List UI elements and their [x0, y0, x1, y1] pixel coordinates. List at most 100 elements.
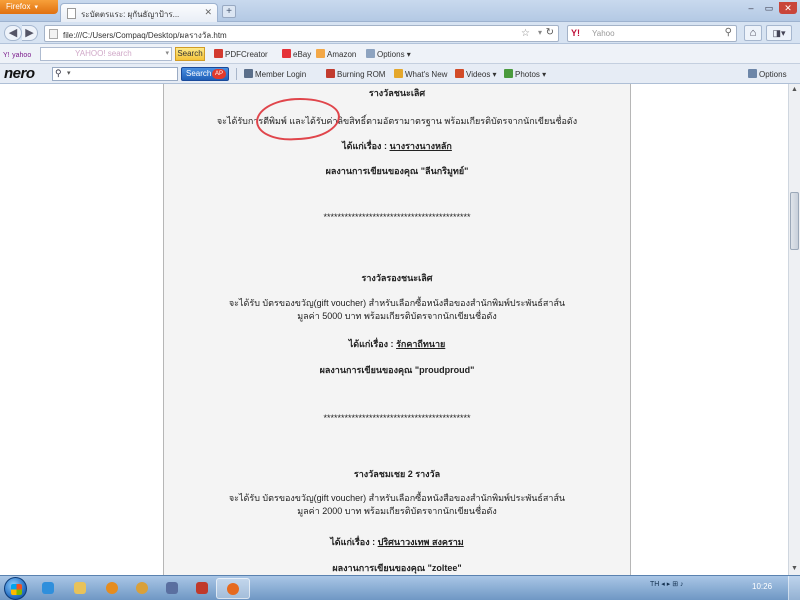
- pdfcreator-button[interactable]: PDFCreator: [214, 49, 268, 59]
- yahoo-search-button[interactable]: Search: [175, 47, 205, 61]
- show-desktop-button[interactable]: [788, 576, 800, 600]
- ebay-label: eBay: [293, 50, 312, 59]
- firefox-menu-label: Firefox: [6, 2, 31, 11]
- doc-winner-line: ได้แก่เรื่อง : ปริศนาวงเทพ สงคราม: [164, 535, 630, 549]
- doc-heading: รางวัลชนะเลิศ: [368, 88, 426, 98]
- app-icon: [136, 582, 148, 594]
- amazon-button[interactable]: Amazon: [316, 49, 356, 59]
- member-login-button[interactable]: Member Login: [244, 69, 306, 79]
- ebay-button[interactable]: eBay: [282, 49, 311, 59]
- taskbar-explorer[interactable]: [66, 578, 94, 599]
- doc-label: ได้แก่เรื่อง :: [348, 339, 394, 349]
- internet-explorer-icon: [42, 582, 54, 594]
- scroll-down-arrow-icon[interactable]: ▼: [789, 563, 800, 575]
- scroll-thumb[interactable]: [790, 192, 799, 250]
- yahoo-logo-text: yahoo: [12, 52, 32, 59]
- ebay-icon: [282, 49, 291, 58]
- videos-label: Videos: [466, 70, 491, 79]
- gear-icon: [366, 49, 375, 58]
- start-button[interactable]: [4, 577, 27, 600]
- doc-text: จะได้รับ บัตรของขวัญ(gift voucher) สำหรั…: [228, 298, 566, 308]
- yahoo-search-input[interactable]: YAHOO! search ▾: [40, 47, 172, 61]
- nero-options-button[interactable]: Options: [748, 69, 787, 79]
- tab-strip: Firefox ▾ ระบัตตรแระ: ผุกันธัญาป้าร... ✕ …: [0, 0, 800, 22]
- search-icon[interactable]: ⚲: [725, 27, 732, 38]
- doc-heading: รางวัลชมเชย 2 รางวัล: [353, 469, 441, 479]
- doc-text: มูลค่า 5000 บาท พร้อมเกียรติบัตรจากนักเข…: [297, 311, 497, 321]
- search-placeholder: Yahoo: [592, 29, 615, 38]
- firefox-icon: [227, 583, 239, 595]
- doc-winner-line: ได้แก่เรื่อง : นางรางนางหลัก: [164, 139, 630, 153]
- doc-separator: ****************************************…: [323, 413, 471, 423]
- vertical-scrollbar[interactable]: ▲ ▼: [788, 84, 800, 575]
- chevron-down-icon[interactable]: ▾: [165, 49, 169, 57]
- back-button[interactable]: ◀: [4, 25, 22, 41]
- bookmark-star-icon[interactable]: ☆: [521, 28, 530, 39]
- forward-button[interactable]: ▶: [22, 25, 38, 41]
- search-input[interactable]: Y! Yahoo ⚲: [567, 25, 737, 42]
- taskbar-ie[interactable]: [34, 578, 62, 599]
- system-tray[interactable]: TH ◂ ▸ ⊞ ♪: [650, 580, 684, 588]
- page-icon: [49, 29, 58, 39]
- search-icon: ⚲: [55, 68, 62, 78]
- disc-icon: [326, 69, 335, 78]
- new-tab-button[interactable]: +: [222, 5, 236, 18]
- taskbar-nero[interactable]: [158, 578, 186, 599]
- chevron-down-icon[interactable]: ▾: [67, 69, 71, 77]
- reload-icon[interactable]: ↻: [546, 27, 554, 38]
- navigation-bar: ◀ ▶ file:///C:/Users/Compaq/Desktop/ผลรา…: [0, 22, 800, 44]
- maximize-button[interactable]: ▭: [760, 2, 778, 14]
- burning-rom-button[interactable]: Burning ROM: [326, 69, 385, 79]
- doc-separator: ****************************************…: [323, 212, 471, 222]
- chevron-down-icon[interactable]: ▾: [538, 28, 542, 37]
- arrow-icon: [244, 69, 253, 78]
- close-window-button[interactable]: ✕: [779, 2, 797, 14]
- document-content: รางวัลชนะเลิศ จะได้รับการตีพิมพ์ และได้ร…: [164, 84, 630, 575]
- divider: [630, 84, 631, 575]
- chevron-down-icon: ▾: [34, 4, 38, 11]
- pdfcreator-label: PDFCreator: [225, 50, 268, 59]
- yahoo-search-placeholder: YAHOO! search: [75, 49, 132, 58]
- tab-active[interactable]: ระบัตตรแระ: ผุกันธัญาป้าร... ✕: [60, 3, 218, 22]
- nero-badge: AP: [212, 69, 226, 79]
- scroll-up-arrow-icon[interactable]: ▲: [789, 84, 800, 96]
- doc-heading: รางวัลรองชนะเลิศ: [361, 273, 433, 283]
- doc-label: ได้แก่เรื่อง :: [330, 537, 376, 547]
- photos-label: Photos: [515, 70, 540, 79]
- app-icon: [196, 582, 208, 594]
- close-tab-icon[interactable]: ✕: [204, 7, 212, 18]
- clock[interactable]: 10:26: [752, 582, 772, 591]
- red-circle-annotation: [254, 95, 342, 143]
- yahoo-options-button[interactable]: Options ▾: [366, 49, 411, 59]
- firefox-menu-button[interactable]: Firefox ▾: [0, 0, 58, 14]
- page-icon: [67, 8, 76, 19]
- yahoo-icon[interactable]: Y!: [571, 28, 580, 38]
- doc-text: มูลค่า 2000 บาท พร้อมเกียรติบัตรจากนักเข…: [297, 506, 497, 516]
- whats-new-label: What's New: [405, 70, 448, 79]
- toolbar-divider: [236, 68, 237, 80]
- taskbar-app[interactable]: [188, 578, 216, 599]
- photo-icon: [504, 69, 513, 78]
- video-icon: [455, 69, 464, 78]
- taskbar-app[interactable]: [128, 578, 156, 599]
- amazon-label: Amazon: [327, 50, 357, 59]
- burning-rom-label: Burning ROM: [337, 70, 386, 79]
- yahoo-logo[interactable]: Y! yahoo: [3, 49, 31, 59]
- whats-new-button[interactable]: What's New: [394, 69, 447, 79]
- minimize-button[interactable]: –: [742, 2, 760, 14]
- url-text[interactable]: file:///C:/Users/Compaq/Desktop/ผลรางวัล…: [63, 29, 227, 42]
- pdf-icon: [214, 49, 223, 58]
- nero-options-label: Options: [759, 70, 787, 79]
- yahoo-toolbar: Y! yahoo YAHOO! search ▾ Search PDFCreat…: [0, 44, 800, 64]
- bookmarks-menu-button[interactable]: ◨▾: [766, 25, 792, 41]
- taskbar-firefox[interactable]: [216, 578, 250, 599]
- home-button[interactable]: ⌂: [744, 25, 762, 41]
- doc-author: ผลงานการเขียนของคุณ "ลีนกริมูทย์": [325, 166, 469, 176]
- taskbar-media[interactable]: [98, 578, 126, 599]
- photos-button[interactable]: Photos ▾: [504, 69, 546, 79]
- nero-search-button[interactable]: Search AP: [181, 67, 229, 81]
- nero-search-input[interactable]: ⚲ ▾: [52, 67, 178, 81]
- member-login-label: Member Login: [255, 70, 307, 79]
- videos-button[interactable]: Videos ▾: [455, 69, 497, 79]
- url-bar[interactable]: file:///C:/Users/Compaq/Desktop/ผลรางวัล…: [44, 25, 559, 42]
